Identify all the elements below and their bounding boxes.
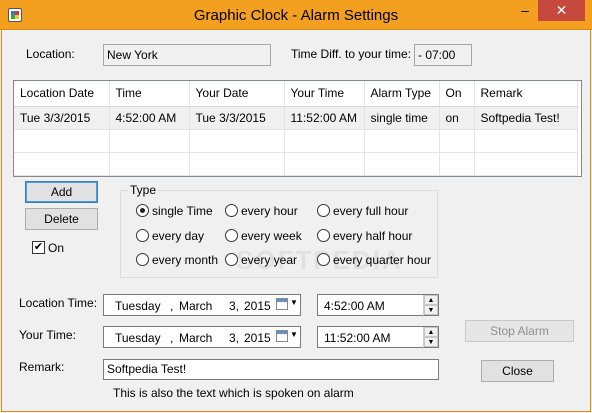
calendar-icon[interactable] [276, 298, 288, 310]
remark-input[interactable]: Softpedia Test! [103, 359, 439, 380]
time-diff-label: Time Diff. to your time: [291, 47, 412, 61]
location-label: Location: [26, 47, 75, 61]
radio-label: every month [152, 253, 219, 267]
chevron-down-icon[interactable]: ▼ [290, 330, 298, 339]
remark-label: Remark: [19, 360, 65, 374]
radio-every-quarter-hour[interactable] [317, 253, 330, 266]
radio-label: every hour [241, 204, 298, 218]
on-checkbox[interactable]: ✔ [32, 241, 45, 254]
table-cell: single time [364, 106, 440, 130]
radio-label: single Time [152, 204, 213, 218]
radio-every-day[interactable] [136, 229, 149, 242]
your-time-label: Your Time: [19, 328, 76, 342]
close-window-button[interactable]: ✕ [538, 0, 585, 21]
table-cell: 4:52:00 AM [109, 106, 190, 130]
radio-label: every week [241, 229, 302, 243]
column-header[interactable]: Alarm Type [364, 81, 440, 107]
stop-alarm-button[interactable]: Stop Alarm [465, 320, 574, 342]
spin-up-icon[interactable]: ▲ [424, 327, 438, 337]
column-header[interactable]: Time [109, 81, 190, 107]
time-diff-field: - 07:00 [414, 44, 472, 66]
table-cell: Tue 3/3/2015 [189, 106, 285, 130]
time-value[interactable]: 4:52:00 AM [324, 299, 385, 313]
spin-up-icon[interactable]: ▲ [424, 295, 438, 305]
close-button[interactable]: Close [481, 360, 554, 382]
spin-down-icon[interactable]: ▼ [424, 337, 438, 347]
table-cell: Softpedia Test! [474, 106, 578, 130]
date-year[interactable]: 2015 [244, 331, 271, 345]
date-separator: , [170, 299, 174, 313]
window-title: Graphic Clock - Alarm Settings [193, 7, 399, 24]
table-cell: 11:52:00 AM [284, 106, 365, 130]
date-month[interactable]: March [179, 299, 212, 313]
spin-down-icon[interactable]: ▼ [424, 305, 438, 315]
calendar-icon[interactable] [276, 330, 288, 342]
radio-every-full-hour[interactable] [317, 204, 330, 217]
date-day[interactable]: 3, [229, 331, 239, 345]
table-row[interactable]: Tue 3/3/2015 4:52:00 AM Tue 3/3/2015 11:… [14, 106, 578, 130]
time-value[interactable]: 11:52:00 AM [324, 331, 391, 345]
delete-button[interactable]: Delete [25, 208, 98, 230]
radio-label: every full hour [333, 204, 409, 218]
your-date-picker[interactable]: Tuesday , March 3, 2015 ▼ [103, 326, 301, 348]
radio-single-time[interactable] [136, 204, 149, 217]
minimize-button[interactable]: – [512, 0, 538, 21]
location-time-label: Location Time: [19, 296, 98, 310]
time-spinner[interactable]: ▲ ▼ [423, 295, 438, 317]
location-time-picker[interactable]: 4:52:00 AM ▲ ▼ [317, 294, 439, 317]
location-field: New York [103, 44, 271, 66]
radio-every-year[interactable] [225, 253, 238, 266]
empty-row [14, 129, 578, 153]
column-header[interactable]: On [439, 81, 475, 107]
date-separator: , [170, 331, 174, 345]
date-weekday[interactable]: Tuesday [115, 299, 161, 313]
date-day[interactable]: 3, [229, 299, 239, 313]
radio-every-week[interactable] [225, 229, 238, 242]
date-month[interactable]: March [179, 331, 212, 345]
type-legend: Type [128, 183, 159, 197]
column-header[interactable]: Your Date [189, 81, 285, 107]
radio-label: every year [241, 253, 298, 267]
radio-label: every half hour [333, 229, 413, 243]
date-weekday[interactable]: Tuesday [115, 331, 161, 345]
radio-every-hour[interactable] [225, 204, 238, 217]
add-button[interactable]: Add [25, 181, 98, 203]
radio-label: every day [152, 229, 205, 243]
radio-every-half-hour[interactable] [317, 229, 330, 242]
your-time-picker[interactable]: 11:52:00 AM ▲ ▼ [317, 326, 439, 349]
table-cell: on [439, 106, 475, 130]
empty-row [14, 152, 578, 176]
radio-every-month[interactable] [136, 253, 149, 266]
column-header[interactable]: Your Time [284, 81, 365, 107]
alarm-table[interactable]: Location Date Time Your Date Your Time A… [13, 80, 582, 177]
chevron-down-icon[interactable]: ▼ [290, 298, 298, 307]
column-header[interactable]: Remark [474, 81, 578, 107]
table-cell: Tue 3/3/2015 [14, 106, 110, 130]
on-checkbox-label: On [48, 241, 65, 255]
location-date-picker[interactable]: Tuesday , March 3, 2015 ▼ [103, 294, 301, 316]
remark-hint: This is also the text which is spoken on… [113, 386, 354, 400]
date-year[interactable]: 2015 [244, 299, 271, 313]
radio-label: every quarter hour [333, 253, 432, 267]
column-header[interactable]: Location Date [14, 81, 110, 107]
time-spinner[interactable]: ▲ ▼ [423, 327, 438, 349]
table-header-row: Location Date Time Your Date Your Time A… [14, 81, 578, 107]
